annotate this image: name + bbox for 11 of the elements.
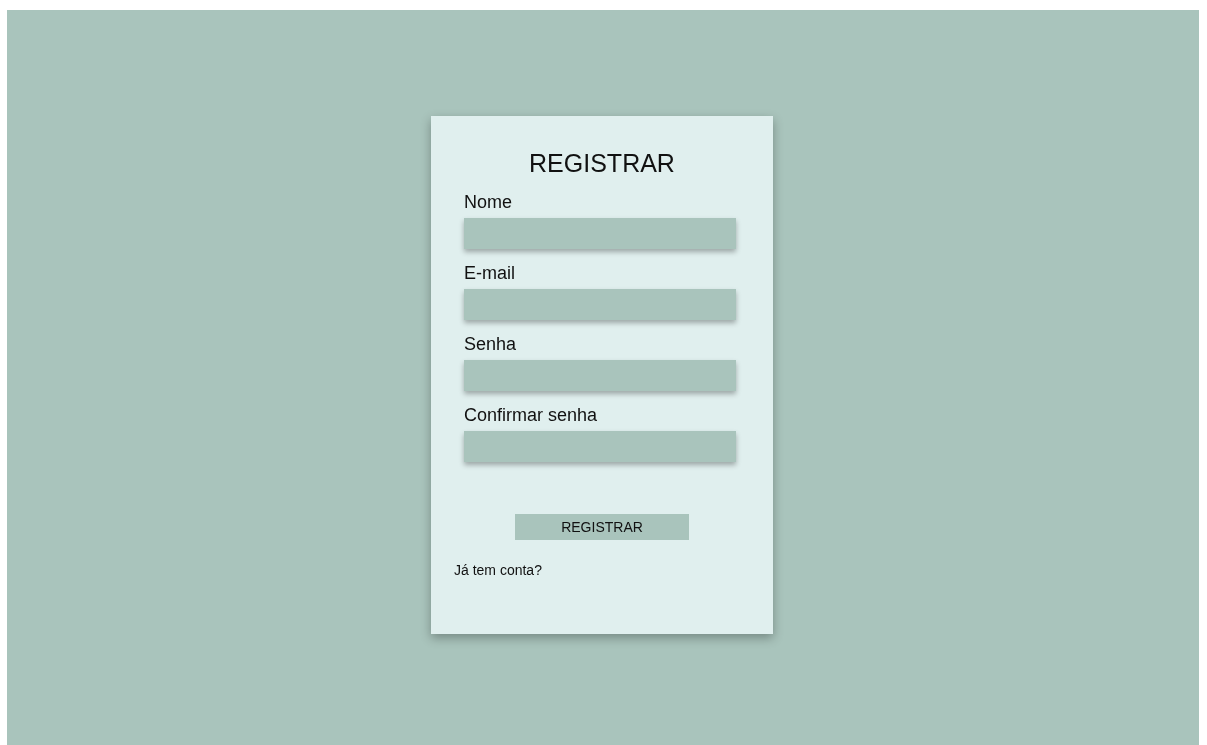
field-label: Nome [464, 191, 512, 213]
field-label: Senha [464, 333, 517, 355]
field-label: Confirmar senha [464, 404, 598, 426]
input-field[interactable] [464, 360, 736, 391]
form-title: REGISTRAR [529, 148, 675, 178]
register-button[interactable]: REGISTRAR [515, 514, 689, 540]
input-field[interactable] [464, 289, 736, 320]
input-field[interactable] [464, 431, 736, 462]
login-link[interactable]: Já tem conta? [454, 560, 542, 581]
input-field[interactable] [464, 218, 736, 249]
field-label: E-mail [464, 262, 515, 284]
